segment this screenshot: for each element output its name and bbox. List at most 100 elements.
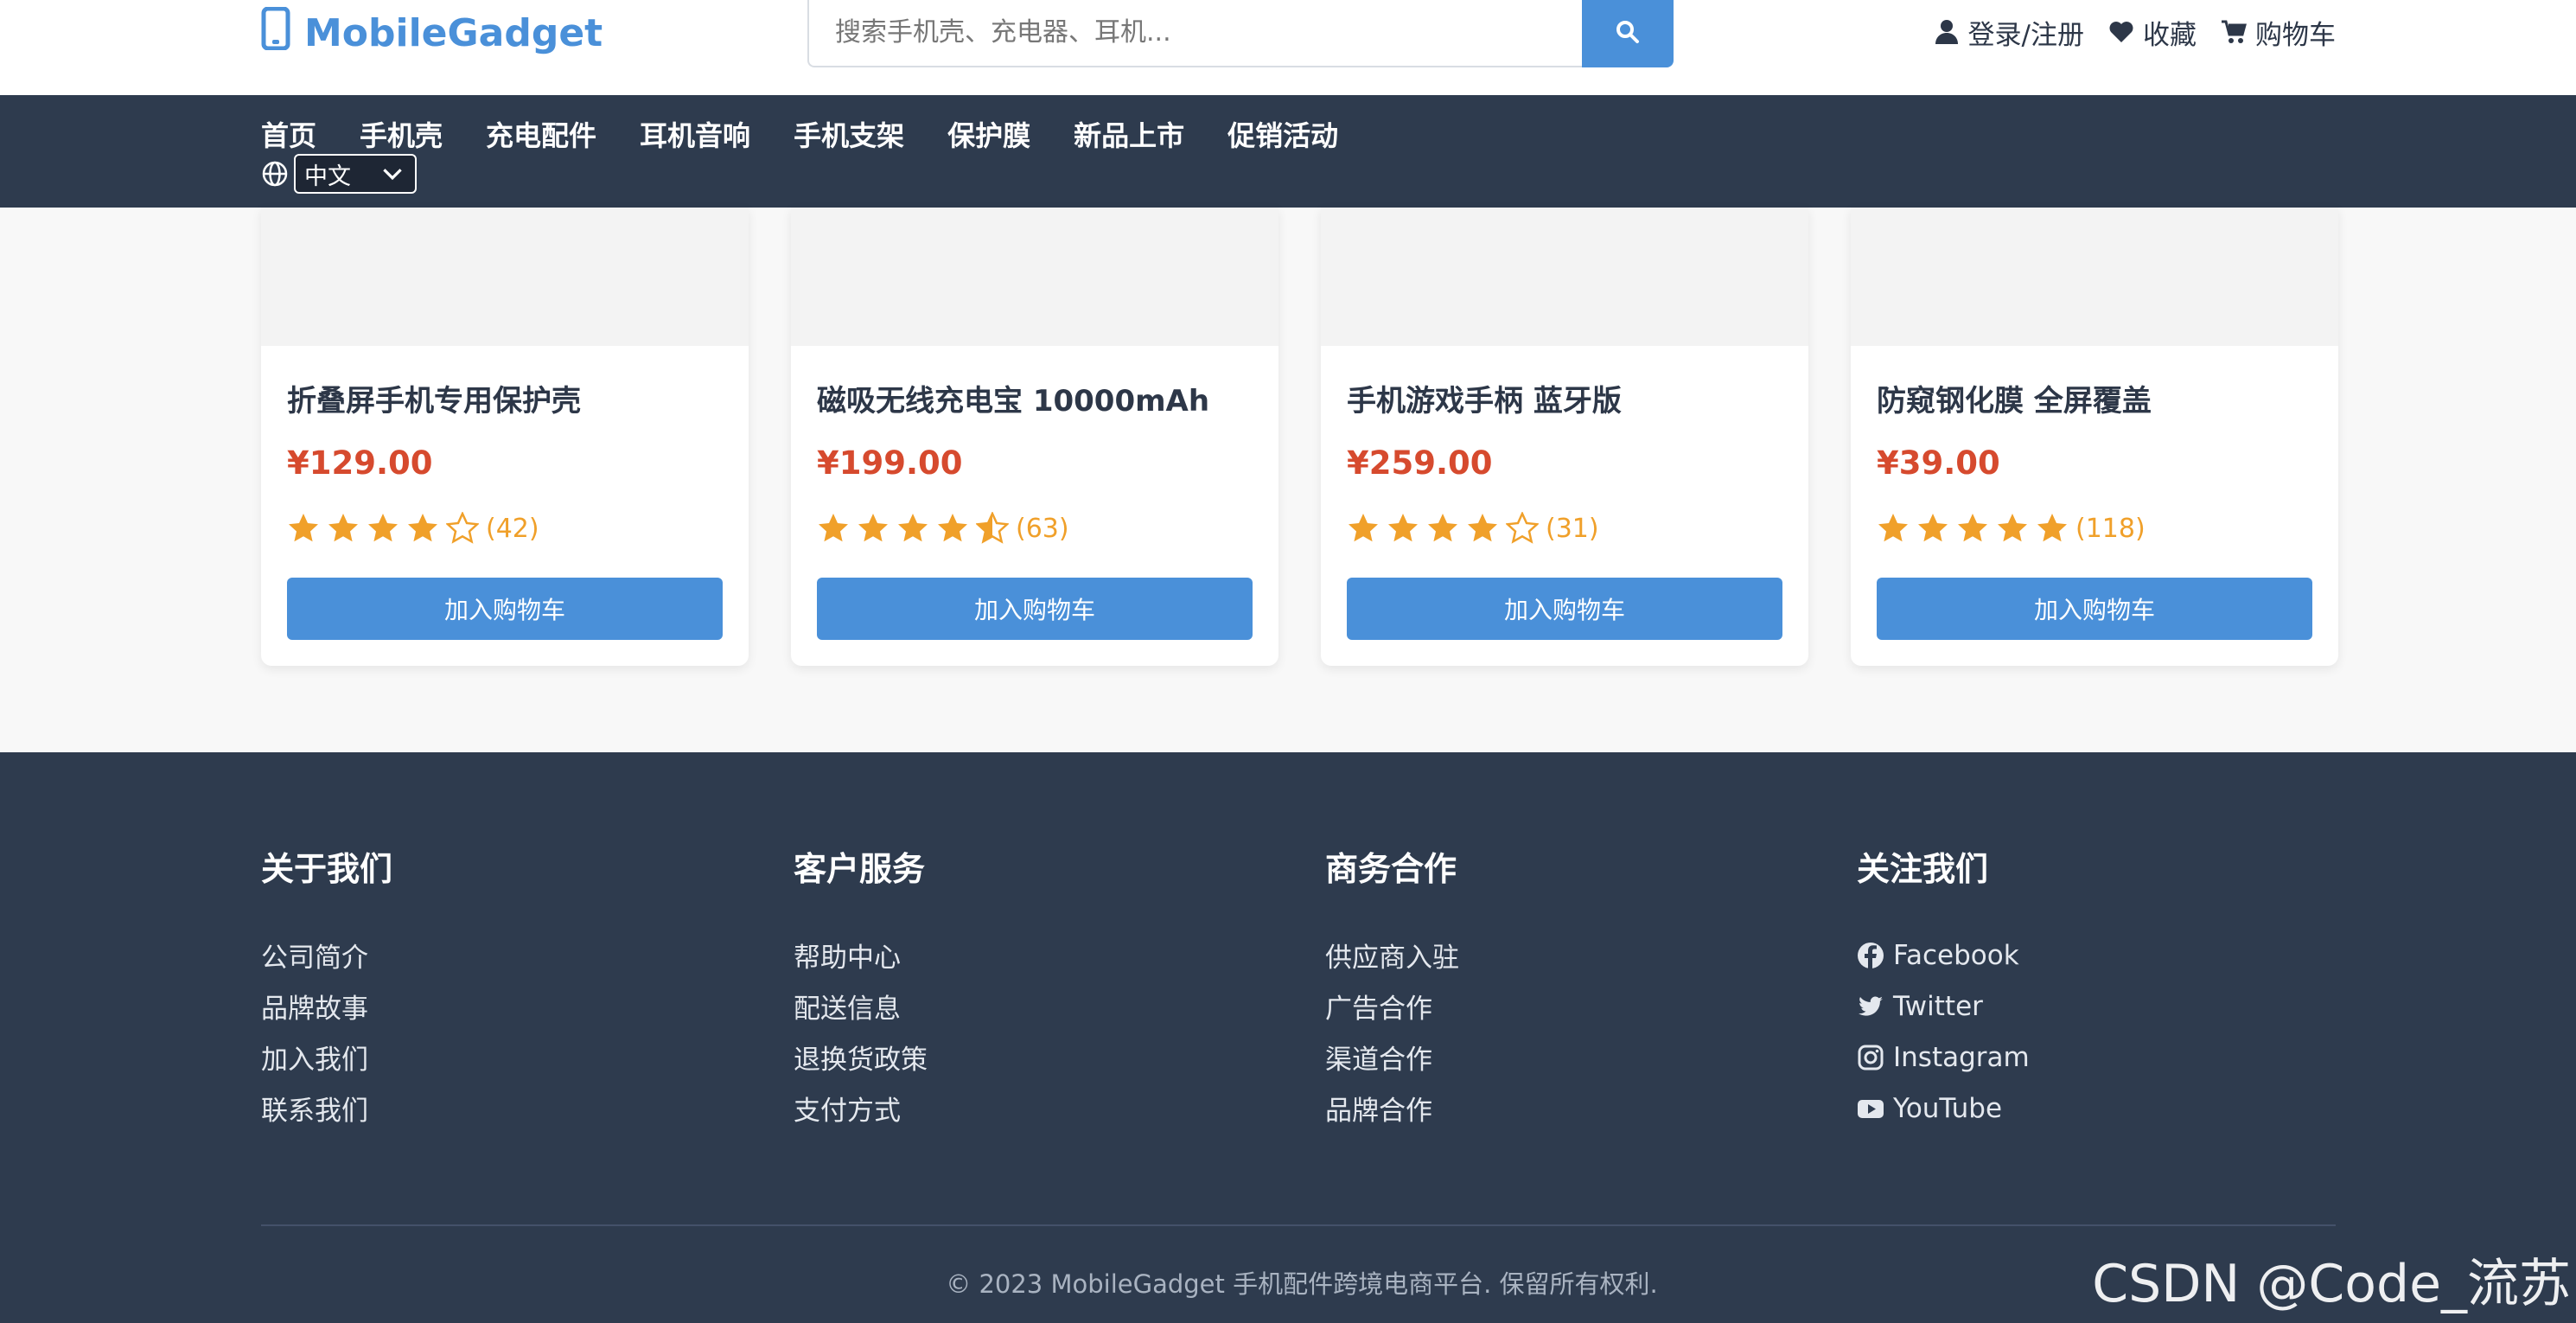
twitter-label: Twitter	[1893, 990, 1983, 1022]
add-to-cart-button[interactable]: 加入购物车	[1347, 578, 1782, 640]
nav-item-stands[interactable]: 手机支架	[794, 116, 904, 156]
footer-column-about: 关于我们 公司简介 品牌故事 加入我们 联系我们	[261, 842, 392, 1139]
footer-column-title: 商务合作	[1325, 850, 1457, 888]
footer-column-title: 关注我们	[1857, 850, 1989, 888]
globe-icon	[262, 161, 288, 187]
nav-item-charging[interactable]: 充电配件	[486, 116, 596, 156]
product-price: ¥259.00	[1347, 444, 1493, 482]
footer-link[interactable]: 品牌合作	[1325, 1077, 1459, 1139]
nav-item-screen-protectors[interactable]: 保护膜	[947, 116, 1030, 156]
phone-icon	[261, 6, 290, 60]
add-to-cart-button[interactable]: 加入购物车	[287, 578, 723, 640]
search-input[interactable]	[807, 0, 1582, 67]
product-card[interactable]: 磁吸无线充电宝 10000mAh ¥199.00 (63) 加入购物车	[791, 208, 1278, 666]
language-selected: 中文	[304, 163, 351, 190]
youtube-label: YouTube	[1893, 1092, 2003, 1124]
cart-link[interactable]: 购物车	[2221, 13, 2336, 52]
product-image[interactable]	[791, 208, 1278, 346]
product-rating: (63)	[817, 512, 1069, 545]
star-full-icon	[368, 514, 398, 542]
main-nav: 首页 手机壳 充电配件 耳机音响 手机支架 保护膜 新品上市 促销活动 中文	[0, 95, 2576, 208]
add-to-cart-button[interactable]: 加入购物车	[817, 578, 1253, 640]
product-price: ¥39.00	[1877, 444, 2000, 482]
star-full-icon	[2037, 514, 2067, 542]
star-full-icon	[408, 514, 437, 542]
product-card[interactable]: 手机游戏手柄 蓝牙版 ¥259.00 (31) 加入购物车	[1321, 208, 1808, 666]
product-grid: 折叠屏手机专用保护壳 ¥129.00 (42) 加入购物车 磁吸无线充电宝 10000m…	[0, 208, 2576, 752]
nav-item-home[interactable]: 首页	[261, 116, 316, 156]
user-links: 登录/注册 收藏 购物车	[1934, 12, 2336, 52]
nav-item-cases[interactable]: 手机壳	[360, 116, 443, 156]
product-image[interactable]	[261, 208, 749, 346]
product-title[interactable]: 磁吸无线充电宝 10000mAh	[817, 377, 1209, 419]
star-full-icon	[1428, 514, 1457, 542]
review-count: (31)	[1546, 513, 1599, 544]
product-title[interactable]: 折叠屏手机专用保护壳	[287, 377, 581, 419]
nav-item-promotions[interactable]: 促销活动	[1227, 116, 1338, 156]
footer-column-title: 关于我们	[261, 850, 393, 888]
cart-icon	[2222, 20, 2247, 43]
product-image[interactable]	[1321, 208, 1808, 346]
star-empty-icon	[446, 512, 479, 544]
product-price: ¥199.00	[817, 444, 963, 482]
star-half-icon	[976, 512, 1009, 544]
cart-label: 购物车	[2255, 19, 2336, 51]
footer-link[interactable]: 支付方式	[794, 1077, 928, 1139]
star-empty-icon	[1506, 512, 1539, 544]
product-rating: (31)	[1347, 512, 1599, 545]
logo[interactable]: MobileGadget	[261, 6, 603, 60]
star-full-icon	[1388, 514, 1418, 542]
heart-icon	[2109, 22, 2133, 42]
product-card[interactable]: 折叠屏手机专用保护壳 ¥129.00 (42) 加入购物车	[261, 208, 749, 666]
product-rating: (118)	[1877, 512, 2146, 545]
favorites-link[interactable]: 收藏	[2108, 13, 2197, 52]
favorites-label: 收藏	[2143, 19, 2197, 51]
review-count: (63)	[1016, 513, 1069, 544]
search-bar	[807, 0, 1674, 67]
star-full-icon	[858, 514, 888, 542]
footer-divider	[261, 1224, 2336, 1226]
star-full-icon	[1878, 514, 1908, 542]
star-full-icon	[898, 514, 928, 542]
product-image[interactable]	[1851, 208, 2338, 346]
star-full-icon	[1918, 514, 1948, 542]
language-switcher: 中文	[261, 154, 417, 194]
instagram-label: Instagram	[1893, 1041, 2030, 1073]
nav-item-new[interactable]: 新品上市	[1074, 116, 1184, 156]
user-icon	[1935, 20, 1958, 44]
review-count: (42)	[486, 513, 539, 544]
instagram-icon	[1858, 1045, 1884, 1070]
footer-column-title: 客户服务	[794, 850, 926, 888]
chevron-down-icon	[383, 169, 402, 181]
star-full-icon	[1468, 514, 1497, 542]
top-header: MobileGadget 登录/注册 收藏 购物车	[0, 0, 2576, 95]
star-full-icon	[1349, 514, 1378, 542]
language-select[interactable]: 中文	[294, 154, 417, 194]
search-icon	[1616, 21, 1639, 43]
footer-link[interactable]: 联系我们	[261, 1077, 392, 1139]
nav-list: 首页 手机壳 充电配件 耳机音响 手机支架 保护膜 新品上市 促销活动	[261, 116, 1338, 156]
youtube-icon	[1858, 1099, 1884, 1118]
youtube-link[interactable]: YouTube	[1857, 1077, 2030, 1139]
add-to-cart-button[interactable]: 加入购物车	[1877, 578, 2312, 640]
login-label: 登录/注册	[1967, 19, 2084, 51]
product-title[interactable]: 防窥钢化膜 全屏覆盖	[1877, 377, 2152, 419]
nav-item-audio[interactable]: 耳机音响	[640, 116, 750, 156]
facebook-icon	[1858, 942, 1884, 968]
product-card[interactable]: 防窥钢化膜 全屏覆盖 ¥39.00 (118) 加入购物车	[1851, 208, 2338, 666]
search-button[interactable]	[1582, 0, 1674, 67]
twitter-icon	[1859, 996, 1883, 1016]
product-price: ¥129.00	[287, 444, 433, 482]
login-link[interactable]: 登录/注册	[1934, 13, 2084, 52]
star-full-icon	[328, 514, 358, 542]
footer-column-business: 商务合作 供应商入驻 广告合作 渠道合作 品牌合作	[1325, 842, 1459, 1139]
star-full-icon	[819, 514, 848, 542]
logo-text: MobileGadget	[304, 10, 603, 55]
star-full-icon	[938, 514, 967, 542]
star-full-icon	[1958, 514, 1987, 542]
review-count: (118)	[2075, 513, 2146, 544]
product-rating: (42)	[287, 512, 539, 545]
footer: 关于我们 公司简介 品牌故事 加入我们 联系我们 客户服务 帮助中心 配送信息 …	[0, 752, 2576, 1323]
watermark: CSDN @Code_流苏	[2092, 1254, 2571, 1314]
product-title[interactable]: 手机游戏手柄 蓝牙版	[1347, 377, 1622, 419]
